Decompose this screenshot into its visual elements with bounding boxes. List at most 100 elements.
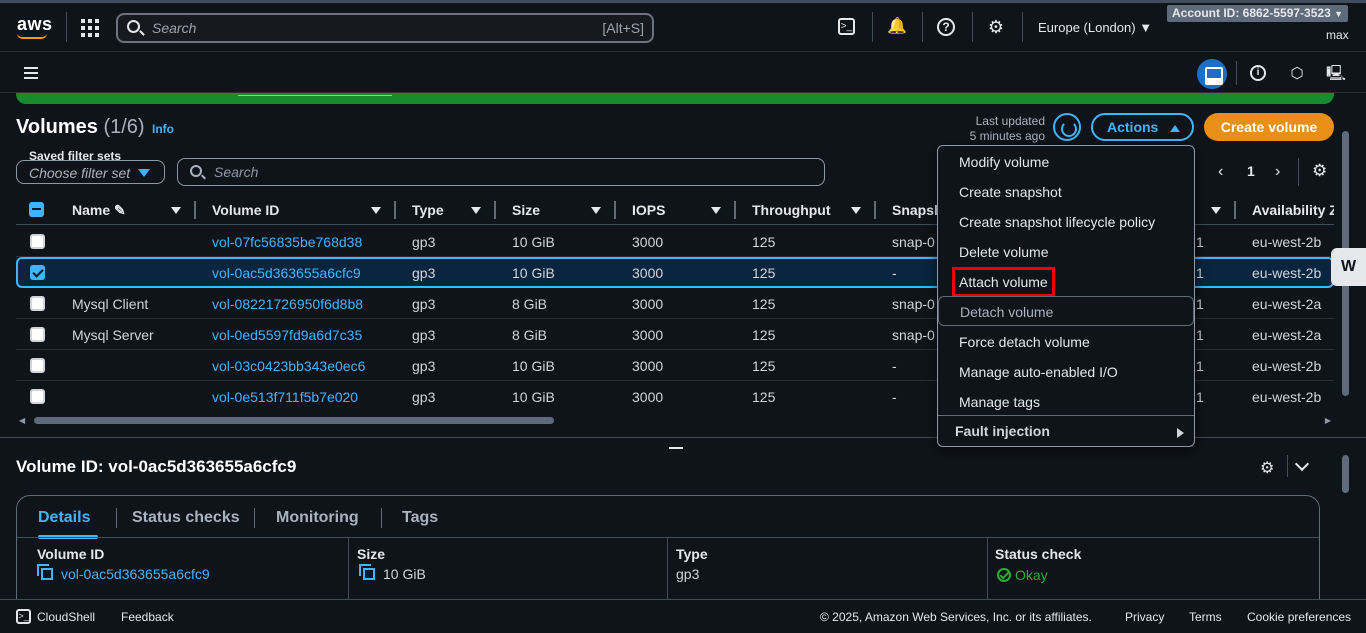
sort-icon[interactable] bbox=[171, 207, 181, 214]
table-settings-icon[interactable]: ⚙ bbox=[1312, 161, 1327, 181]
select-all-checkbox[interactable] bbox=[29, 202, 44, 217]
split-panel-icon[interactable] bbox=[1197, 59, 1227, 89]
scrollbar-thumb[interactable] bbox=[34, 417, 554, 424]
col-resizer[interactable] bbox=[1234, 201, 1236, 219]
services-grid-icon[interactable] bbox=[81, 19, 99, 37]
col-resizer[interactable] bbox=[614, 201, 616, 219]
cell-volume-id[interactable]: vol-08221726950f6d8b8 bbox=[212, 296, 363, 312]
cloudshell-icon[interactable]: >_ bbox=[838, 18, 855, 35]
resize-handle-icon[interactable] bbox=[669, 447, 683, 449]
col-type[interactable]: Type bbox=[412, 202, 444, 218]
cell-volume-id[interactable]: vol-0ac5d363655a6cfc9 bbox=[212, 265, 361, 281]
col-resizer[interactable] bbox=[734, 201, 736, 219]
col-resizer[interactable] bbox=[874, 201, 876, 219]
col-volume-id[interactable]: Volume ID bbox=[212, 202, 279, 218]
footer-cloudshell[interactable]: CloudShell bbox=[37, 610, 95, 624]
col-snapshot[interactable]: Snapsh bbox=[892, 202, 943, 218]
row-checkbox[interactable] bbox=[30, 234, 45, 249]
row-checkbox[interactable] bbox=[30, 296, 45, 311]
settings-icon[interactable]: ⚙ bbox=[987, 18, 1005, 36]
menu-item-modify-volume[interactable]: Modify volume bbox=[938, 147, 1194, 177]
tab-divider bbox=[381, 508, 382, 528]
menu-item-create-lifecycle-policy[interactable]: Create snapshot lifecycle policy bbox=[938, 207, 1194, 237]
footer-privacy[interactable]: Privacy bbox=[1125, 610, 1164, 624]
menu-item-fault-injection[interactable]: Fault injection bbox=[955, 423, 1050, 439]
next-page-icon[interactable]: › bbox=[1275, 163, 1280, 181]
toolbar-divider bbox=[1236, 61, 1237, 85]
col-resizer[interactable] bbox=[194, 201, 196, 219]
side-widget-button[interactable]: W bbox=[1331, 248, 1366, 286]
tab-tags[interactable]: Tags bbox=[402, 509, 438, 527]
caret-up-icon bbox=[1170, 125, 1180, 132]
table-search-input[interactable]: Search bbox=[177, 158, 825, 186]
scroll-left-icon[interactable]: ◀ bbox=[19, 416, 25, 425]
menu-item-manage-tags[interactable]: Manage tags bbox=[938, 387, 1194, 417]
global-search-input[interactable]: Search [Alt+S] bbox=[116, 13, 654, 43]
sort-icon[interactable] bbox=[371, 207, 381, 214]
cell-volume-id[interactable]: vol-03c0423bb343e0ec6 bbox=[212, 358, 365, 374]
aws-logo[interactable]: aws bbox=[17, 14, 53, 35]
menu-item-delete-volume[interactable]: Delete volume bbox=[938, 237, 1194, 267]
actions-button[interactable]: Actions bbox=[1091, 113, 1194, 141]
tab-details[interactable]: Details bbox=[38, 509, 90, 527]
row-checkbox[interactable] bbox=[30, 389, 45, 404]
menu-item-manage-auto-enabled-io[interactable]: Manage auto-enabled I/O bbox=[938, 357, 1194, 387]
copy-icon[interactable] bbox=[363, 568, 375, 580]
scrollbar-thumb[interactable] bbox=[1342, 455, 1349, 493]
tab-status-checks[interactable]: Status checks bbox=[132, 509, 240, 527]
tab-monitoring[interactable]: Monitoring bbox=[276, 509, 359, 527]
col-iops[interactable]: IOPS bbox=[632, 202, 665, 218]
col-availability-zone[interactable]: Availability Z bbox=[1252, 202, 1334, 218]
row-checkbox[interactable] bbox=[30, 327, 45, 342]
cloudshell-icon[interactable]: >_ bbox=[16, 609, 31, 624]
col-resizer[interactable] bbox=[394, 201, 396, 219]
col-throughput[interactable]: Throughput bbox=[752, 202, 831, 218]
last-updated-label: Last updated bbox=[975, 114, 1045, 128]
scroll-right-icon[interactable]: ▶ bbox=[1325, 416, 1331, 425]
display-settings-icon[interactable]: 🖳 bbox=[1326, 65, 1346, 83]
nav-divider bbox=[66, 12, 67, 42]
menu-item-force-detach-volume[interactable]: Force detach volume bbox=[938, 327, 1194, 357]
cell-volume-id[interactable]: vol-07fc56835be768d38 bbox=[212, 234, 362, 250]
panel-settings-icon[interactable]: ⚙ bbox=[1260, 458, 1274, 478]
user-name[interactable]: max bbox=[1326, 28, 1349, 42]
cell-volume-id[interactable]: vol-0ed5597fd9a6d7c35 bbox=[212, 327, 362, 343]
create-volume-button[interactable]: Create volume bbox=[1204, 113, 1334, 141]
hexagon-icon[interactable]: ⬡ bbox=[1288, 65, 1306, 83]
volume-id-link[interactable]: vol-0ac5d363655a6cfc9 bbox=[61, 566, 210, 582]
table-search-placeholder: Search bbox=[214, 164, 259, 180]
help-icon[interactable]: ? bbox=[937, 18, 955, 36]
cell-volume-id[interactable]: vol-0e513f711f5b7e020 bbox=[212, 389, 358, 405]
col-name[interactable]: Name ✎ bbox=[72, 202, 126, 219]
menu-icon[interactable] bbox=[24, 67, 38, 79]
menu-item-create-snapshot[interactable]: Create snapshot bbox=[938, 177, 1194, 207]
menu-item-attach-volume[interactable]: Attach volume bbox=[938, 267, 1194, 297]
region-selector[interactable]: Europe (London) ▼ bbox=[1038, 20, 1152, 35]
account-badge[interactable]: Account ID: 6862-5597-3523 ▼ bbox=[1167, 5, 1349, 22]
sort-icon[interactable] bbox=[851, 207, 861, 214]
details-scrollbar[interactable] bbox=[1341, 440, 1351, 600]
chevron-down-icon: ▼ bbox=[1334, 9, 1344, 19]
menu-item-detach-volume[interactable]: Detach volume bbox=[938, 296, 1194, 326]
sort-icon[interactable] bbox=[591, 207, 601, 214]
refresh-icon[interactable] bbox=[1053, 113, 1081, 141]
footer-terms[interactable]: Terms bbox=[1189, 610, 1222, 624]
col-resizer[interactable] bbox=[494, 201, 496, 219]
field-value-volume-id[interactable]: vol-0ac5d363655a6cfc9 bbox=[41, 566, 210, 582]
page-number[interactable]: 1 bbox=[1247, 163, 1255, 179]
sort-icon[interactable] bbox=[1211, 207, 1221, 214]
sort-icon[interactable] bbox=[471, 207, 481, 214]
sort-icon[interactable] bbox=[711, 207, 721, 214]
row-checkbox[interactable] bbox=[30, 265, 45, 280]
info-panel-icon[interactable]: i bbox=[1250, 65, 1266, 81]
saved-filter-select[interactable]: Choose filter set bbox=[16, 160, 165, 184]
bell-icon[interactable]: 🔔 bbox=[887, 18, 907, 36]
col-size[interactable]: Size bbox=[512, 202, 540, 218]
footer-cookies[interactable]: Cookie preferences bbox=[1247, 610, 1351, 624]
row-checkbox[interactable] bbox=[30, 358, 45, 373]
copy-icon[interactable] bbox=[41, 568, 53, 580]
prev-page-icon[interactable]: ‹ bbox=[1218, 163, 1223, 181]
chevron-down-icon[interactable] bbox=[1294, 456, 1310, 472]
footer-feedback[interactable]: Feedback bbox=[121, 610, 174, 624]
info-link[interactable]: Info bbox=[152, 122, 174, 136]
